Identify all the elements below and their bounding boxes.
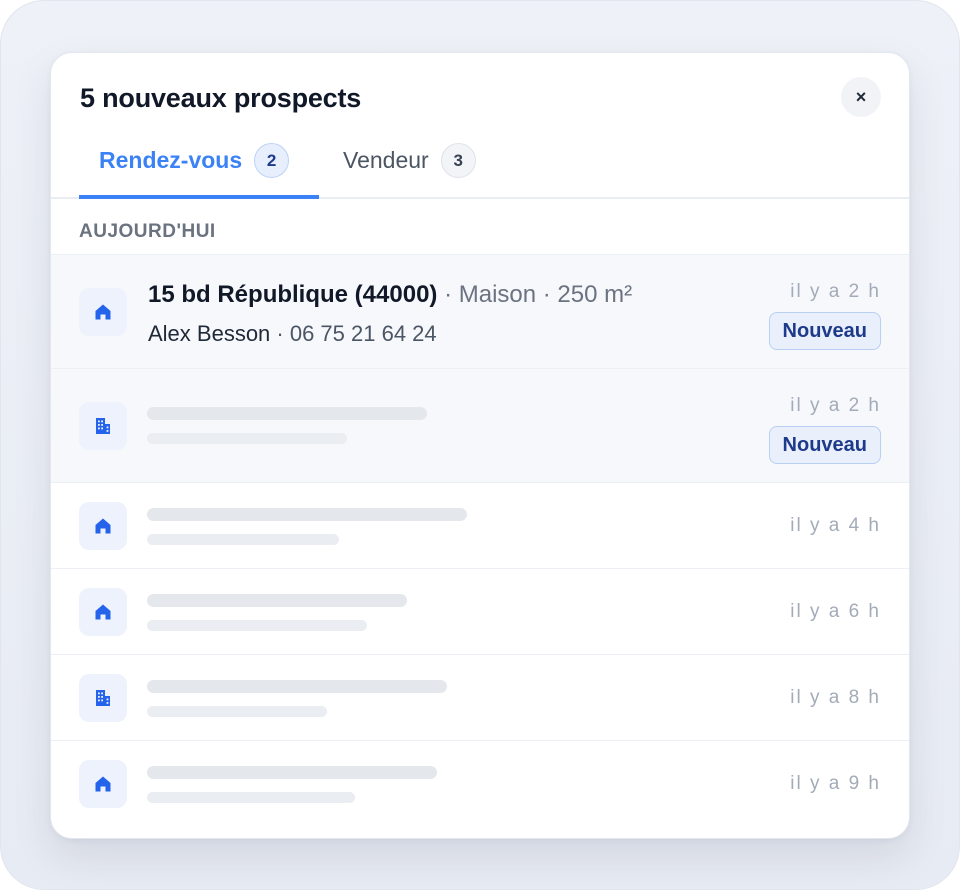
skeleton-line <box>147 680 447 693</box>
skeleton-line <box>147 433 347 444</box>
prospect-row[interactable]: il y a 6 h <box>51 569 909 655</box>
house-icon <box>79 288 127 336</box>
section-heading: AUJOURD'HUI <box>51 199 909 255</box>
prospect-details: · Maison · 250 m² <box>437 281 633 308</box>
close-icon: × <box>855 86 867 107</box>
skeleton-line <box>147 594 407 607</box>
skeleton-line <box>147 534 339 545</box>
prospect-row[interactable]: il y a 4 h <box>51 483 909 569</box>
skeleton-line <box>147 407 427 420</box>
house-icon <box>79 502 127 550</box>
row-timestamp: il y a 8 h <box>790 687 881 708</box>
panel-header: 5 nouveaux prospects × Rendez-vous 2 Ven… <box>51 53 909 199</box>
row-timestamp: il y a 4 h <box>790 515 881 536</box>
building-icon <box>79 674 127 722</box>
skeleton-line <box>147 706 327 717</box>
tab-label: Rendez-vous <box>99 147 243 173</box>
row-timestamp: il y a 6 h <box>790 601 881 622</box>
contact-phone: · 06 75 21 64 24 <box>270 321 437 346</box>
tab-count-badge: 3 <box>440 143 476 178</box>
skeleton-line <box>147 620 367 631</box>
row-timestamp: il y a 9 h <box>790 773 881 794</box>
prospect-row[interactable]: il y a 9 h <box>51 741 909 827</box>
house-icon <box>79 588 127 636</box>
prospect-address: 15 bd République (44000) <box>148 281 438 308</box>
new-badge: Nouveau <box>768 312 881 350</box>
tab-count-badge: 2 <box>254 143 290 178</box>
row-timestamp: il y a 2 h <box>790 395 881 416</box>
tab-rendez-vous[interactable]: Rendez-vous 2 <box>79 143 319 199</box>
close-button[interactable]: × <box>841 77 881 117</box>
row-timestamp: il y a 2 h <box>790 281 881 302</box>
building-icon <box>79 402 127 450</box>
house-icon <box>79 760 127 808</box>
prospect-contact: Alex Besson · 06 75 21 64 24 <box>148 321 437 347</box>
skeleton-line <box>147 792 355 803</box>
tab-label: Vendeur <box>343 147 429 173</box>
new-badge: Nouveau <box>768 426 881 464</box>
prospect-summary: 15 bd République (44000) · Maison · 250 … <box>148 281 632 309</box>
contact-name: Alex Besson <box>148 321 271 346</box>
tab-vendeur[interactable]: Vendeur 3 <box>343 143 476 199</box>
skeleton-line <box>147 508 467 521</box>
panel-title: 5 nouveaux prospects <box>80 83 362 113</box>
skeleton-line <box>147 766 437 779</box>
prospects-panel: 5 nouveaux prospects × Rendez-vous 2 Ven… <box>50 52 910 839</box>
prospect-row[interactable]: il y a 8 h <box>51 655 909 741</box>
prospect-row[interactable]: 15 bd République (44000) · Maison · 250 … <box>51 255 909 369</box>
prospect-row[interactable]: il y a 2 h Nouveau <box>51 369 909 483</box>
